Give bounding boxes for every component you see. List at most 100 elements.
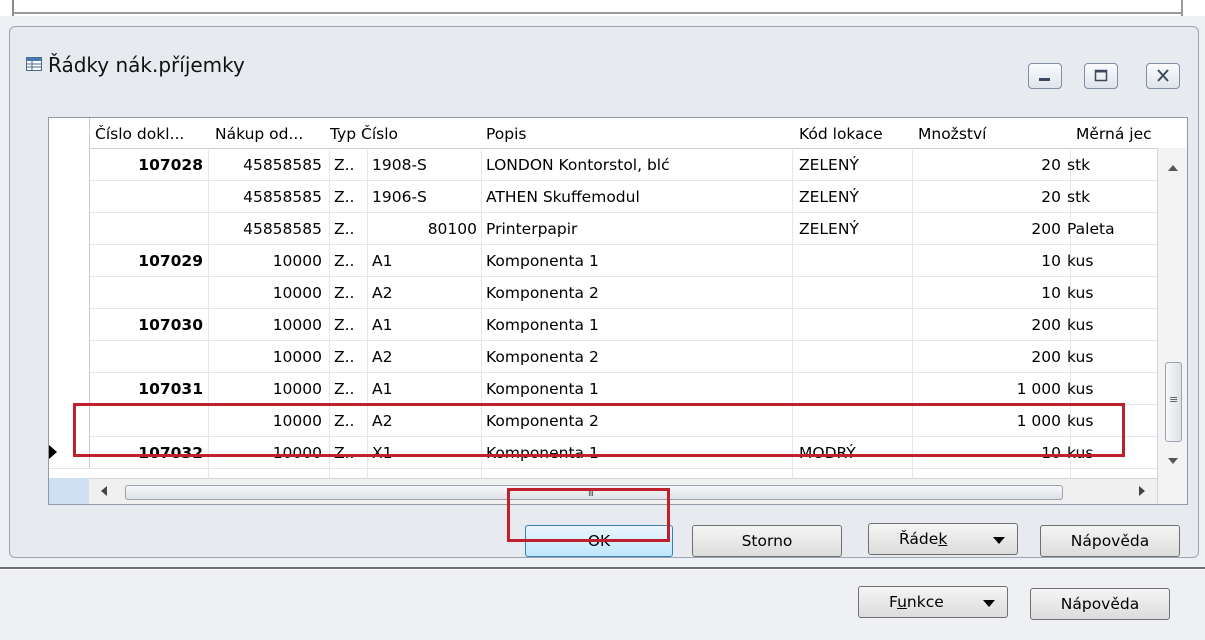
column-header-number[interactable]: Číslo <box>361 125 481 143</box>
cell-location[interactable]: ZELENÝ <box>799 219 909 239</box>
cell-description[interactable]: Komponenta 2 <box>486 347 786 367</box>
cell-location[interactable] <box>799 347 909 367</box>
row-selector[interactable] <box>49 340 90 372</box>
cell-uom[interactable]: kus <box>1067 379 1155 399</box>
row-selector[interactable] <box>49 180 90 212</box>
cell-uom[interactable]: stk <box>1067 187 1155 207</box>
cell-vendor[interactable]: 10000 <box>213 379 322 399</box>
column-header-location[interactable]: Kód lokace <box>799 125 917 143</box>
cell-quantity[interactable]: 200 <box>917 219 1061 239</box>
column-header-type[interactable]: Typ <box>330 125 362 143</box>
cell-doc-no[interactable] <box>95 219 203 239</box>
table-row[interactable]: 107031 10000 Z.. A1 Komponenta 1 1 000 kus <box>49 372 1157 405</box>
cell-location[interactable] <box>799 283 909 303</box>
cell-number[interactable]: A1 <box>372 379 477 399</box>
cell-type[interactable]: Z.. <box>334 219 366 239</box>
column-header-vendor[interactable]: Nákup od... <box>215 125 329 143</box>
scroll-right-arrow-icon[interactable] <box>1139 486 1145 496</box>
cell-location[interactable]: ZELENÝ <box>799 187 909 207</box>
table-row[interactable]: 45858585 Z.. 80100 Printerpapir ZELENÝ 200 Pal… <box>49 212 1157 245</box>
cell-description[interactable]: ATHEN Skuffemodul <box>486 187 786 207</box>
footer-help-button[interactable]: Nápověda <box>1030 588 1170 620</box>
cell-vendor[interactable]: 45858585 <box>213 155 322 175</box>
cell-quantity[interactable]: 200 <box>917 315 1061 335</box>
scroll-up-arrow-icon[interactable] <box>1168 165 1178 171</box>
cell-doc-no[interactable]: 107028 <box>95 155 203 175</box>
cell-quantity[interactable]: 200 <box>917 347 1061 367</box>
cell-uom[interactable]: stk <box>1067 155 1155 175</box>
cell-location[interactable] <box>799 379 909 399</box>
row-selector[interactable] <box>49 308 90 340</box>
cell-location[interactable] <box>799 251 909 271</box>
close-button[interactable] <box>1146 63 1180 89</box>
cell-number[interactable]: A1 <box>372 315 477 335</box>
maximize-button[interactable] <box>1084 63 1118 89</box>
table-row[interactable]: 10000 Z.. A2 Komponenta 2 200 kus <box>49 340 1157 373</box>
column-header-uom[interactable]: Měrná jec <box>1076 125 1156 143</box>
cell-uom[interactable]: Paleta <box>1067 219 1155 239</box>
scroll-down-arrow-icon[interactable] <box>1168 458 1178 464</box>
table-row[interactable]: 107029 10000 Z.. A1 Komponenta 1 10 kus <box>49 244 1157 277</box>
column-header-description[interactable]: Popis <box>486 125 786 143</box>
cell-number[interactable]: A1 <box>372 251 477 271</box>
table-row[interactable]: 45858585 Z.. 1906-S ATHEN Skuffemodul ZELENÝ… <box>49 180 1157 213</box>
cell-quantity[interactable]: 20 <box>917 187 1061 207</box>
cell-description[interactable]: Komponenta 1 <box>486 251 786 271</box>
cell-number[interactable]: 1908-S <box>372 155 477 175</box>
cell-type[interactable]: Z.. <box>334 283 366 303</box>
cell-number[interactable]: A2 <box>372 347 477 367</box>
cell-doc-no[interactable]: 107030 <box>95 315 203 335</box>
cell-uom[interactable]: kus <box>1067 315 1155 335</box>
cell-vendor[interactable]: 10000 <box>213 315 322 335</box>
cell-vendor[interactable]: 45858585 <box>213 187 322 207</box>
cell-vendor[interactable]: 45858585 <box>213 219 322 239</box>
row-selector[interactable] <box>49 148 90 180</box>
cell-uom[interactable]: kus <box>1067 347 1155 367</box>
cell-description[interactable]: Komponenta 2 <box>486 283 786 303</box>
cell-description[interactable]: Printerpapir <box>486 219 786 239</box>
cell-doc-no[interactable]: 107031 <box>95 379 203 399</box>
cell-doc-no[interactable]: 107029 <box>95 251 203 271</box>
cell-number[interactable]: 80100 <box>372 219 477 239</box>
column-header-quantity[interactable]: Množství <box>918 125 1068 143</box>
vertical-scroll-thumb[interactable]: ≡ <box>1165 362 1182 442</box>
row-selector[interactable] <box>49 244 90 276</box>
cell-doc-no[interactable] <box>95 347 203 367</box>
cell-vendor[interactable]: 10000 <box>213 347 322 367</box>
cell-quantity[interactable]: 20 <box>917 155 1061 175</box>
cell-type[interactable]: Z.. <box>334 187 366 207</box>
cell-quantity[interactable]: 10 <box>917 283 1061 303</box>
cell-type[interactable]: Z.. <box>334 155 366 175</box>
cell-uom[interactable]: kus <box>1067 283 1155 303</box>
cell-doc-no[interactable] <box>95 283 203 303</box>
cell-type[interactable]: Z.. <box>334 251 366 271</box>
table-row[interactable]: 107028 45858585 Z.. 1908-S LONDON Kontorstol… <box>49 148 1157 181</box>
row-selector[interactable] <box>49 372 90 404</box>
functions-menu-button[interactable]: Funkce <box>858 586 1008 618</box>
cell-description[interactable]: Komponenta 1 <box>486 315 786 335</box>
column-header-doc-no[interactable]: Číslo dokl... <box>95 125 215 143</box>
table-row[interactable]: 107030 10000 Z.. A1 Komponenta 1 200 kus <box>49 308 1157 341</box>
cell-quantity[interactable]: 10 <box>917 251 1061 271</box>
row-selector[interactable] <box>49 212 90 244</box>
cell-description[interactable]: LONDON Kontorstol, blć <box>486 155 786 175</box>
cell-type[interactable]: Z.. <box>334 315 366 335</box>
cell-location[interactable] <box>799 315 909 335</box>
minimize-button[interactable] <box>1028 63 1062 89</box>
cell-quantity[interactable]: 1 000 <box>917 379 1061 399</box>
cell-location[interactable]: ZELENÝ <box>799 155 909 175</box>
cancel-button[interactable]: Storno <box>692 525 842 557</box>
row-selector[interactable] <box>49 276 90 308</box>
vertical-scrollbar[interactable]: ≡ <box>1157 148 1187 504</box>
cell-type[interactable]: Z.. <box>334 379 366 399</box>
cell-type[interactable]: Z.. <box>334 347 366 367</box>
cell-number[interactable]: 1906-S <box>372 187 477 207</box>
scroll-left-arrow-icon[interactable] <box>101 486 107 496</box>
cell-number[interactable]: A2 <box>372 283 477 303</box>
help-button[interactable]: Nápověda <box>1040 525 1180 557</box>
cell-uom[interactable]: kus <box>1067 251 1155 271</box>
cell-doc-no[interactable] <box>95 187 203 207</box>
line-menu-button[interactable]: Řádek <box>868 523 1018 555</box>
table-row[interactable]: 10000 Z.. A2 Komponenta 2 10 kus <box>49 276 1157 309</box>
cell-description[interactable]: Komponenta 1 <box>486 379 786 399</box>
